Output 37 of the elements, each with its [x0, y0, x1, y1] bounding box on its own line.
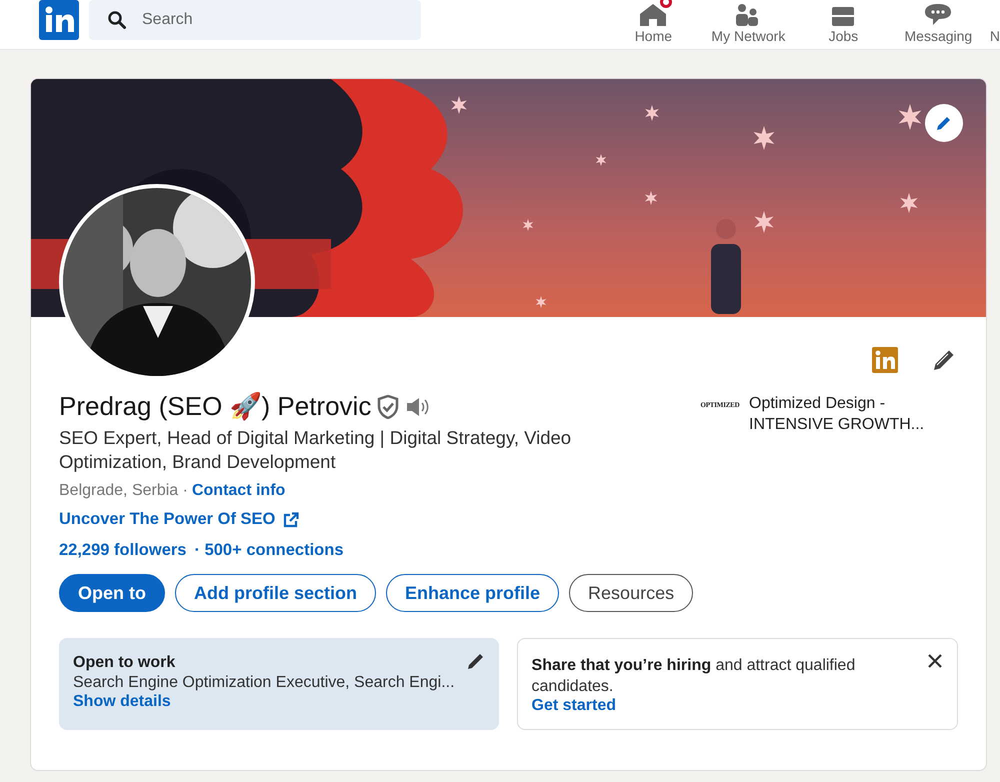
search-icon	[108, 11, 126, 29]
profile-action-button[interactable]: Open to	[59, 574, 165, 612]
shield-check-icon[interactable]	[377, 394, 400, 418]
external-link-icon	[283, 512, 300, 528]
company-name[interactable]: Optimized Design - INTENSIVE GROWTH...	[749, 393, 944, 435]
profile-action-button[interactable]: Enhance profile	[386, 574, 560, 612]
profile-name: Predrag (SEO 🚀) Petrovic	[59, 391, 372, 422]
card-text: Share that you’re hiring and attract qualified candidates.	[532, 656, 856, 697]
card-link[interactable]: Get started	[532, 697, 616, 715]
profile-headline: SEO Expert, Head of Digital Marketing | Digital Strategy, Video Optimization, Brand Development	[59, 426, 572, 474]
card-link[interactable]: Show details	[73, 693, 171, 711]
contact-info-link[interactable]: Contact info	[192, 482, 286, 500]
nav-item[interactable]: Messaging	[890, 0, 986, 44]
pencil-icon	[466, 652, 485, 670]
edit-button[interactable]	[466, 652, 485, 670]
briefcase-icon	[830, 4, 856, 26]
profile-action-button[interactable]: Add profile section	[175, 574, 376, 612]
nav-item[interactable]: N	[990, 0, 1000, 44]
card-title: Open to work	[73, 654, 176, 672]
location-text: Belgrade, Serbia ·	[59, 482, 188, 500]
website-link[interactable]: Uncover The Power Of SEO	[59, 510, 300, 529]
speaker-icon[interactable]	[405, 396, 432, 418]
close-button[interactable]	[927, 653, 943, 669]
search-field[interactable]: Search	[89, 0, 421, 40]
followers-link[interactable]: 22,299 followers	[59, 541, 186, 560]
card-text: Search Engine Optimization Executive, Search Engi...	[73, 673, 456, 693]
nav-item[interactable]: My Network	[700, 0, 796, 44]
profile-action-button[interactable]: Resources	[569, 574, 694, 612]
chat-icon	[925, 4, 952, 26]
home-icon	[640, 4, 666, 26]
linkedin-badge-icon[interactable]	[872, 347, 898, 373]
pencil-icon[interactable]	[932, 348, 956, 372]
nav-item[interactable]: Home	[606, 0, 701, 44]
nav-item[interactable]: Jobs	[796, 0, 891, 44]
logo-icon[interactable]	[39, 0, 79, 40]
close-icon	[927, 653, 943, 669]
connections-link[interactable]: · 500+ connections	[194, 541, 344, 560]
